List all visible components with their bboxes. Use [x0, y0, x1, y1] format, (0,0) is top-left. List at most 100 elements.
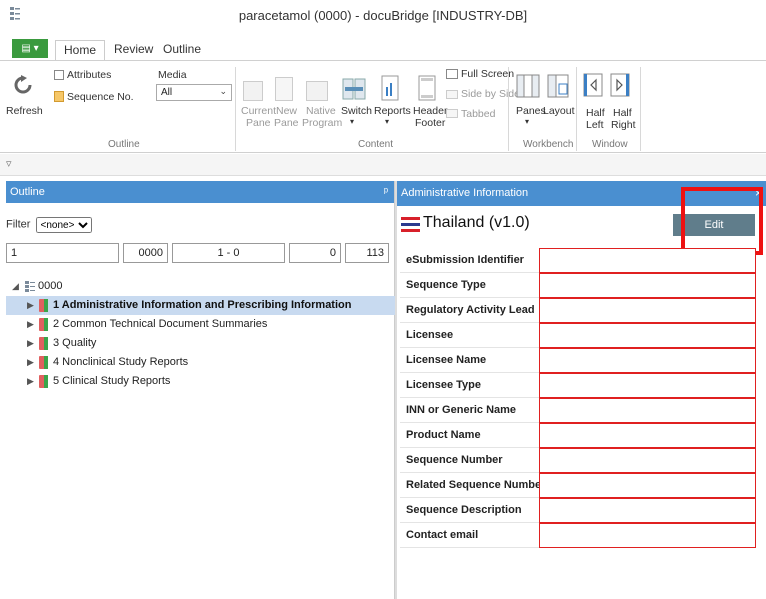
country-title: Thailand (v1.0)	[423, 214, 530, 231]
native-program-label-1[interactable]: Native	[306, 105, 336, 117]
half-left-label-1[interactable]: Half	[586, 107, 605, 119]
tabbed-button[interactable]: Tabbed	[461, 108, 495, 120]
half-right-icon[interactable]	[610, 73, 630, 97]
related-sequence-number-field[interactable]	[539, 473, 756, 498]
tree-item-module-4[interactable]: ▶ 4 Nonclinical Study Reports	[6, 353, 395, 372]
form-row: Licensee Name	[400, 348, 756, 373]
ribbon-separator	[235, 67, 236, 151]
panes-icon[interactable]	[516, 74, 540, 98]
expand-icon[interactable]: ▶	[27, 296, 34, 315]
expand-icon[interactable]: ▶	[27, 353, 34, 372]
current-pane-icon	[243, 81, 263, 101]
tab-home[interactable]: Home	[55, 40, 106, 60]
header-footer-icon[interactable]	[418, 75, 436, 101]
counter-field-4[interactable]: 0	[289, 243, 341, 263]
file-menu-button[interactable]: ▤ ▾	[12, 39, 48, 58]
new-pane-label-2: Pane	[274, 117, 299, 129]
licensee-field[interactable]	[539, 323, 756, 348]
field-label: Regulatory Activity Lead	[406, 304, 535, 316]
layout-button[interactable]: Layout	[543, 105, 575, 117]
tree-item-module-1[interactable]: ▶ 1 Administrative Information and Presc…	[6, 296, 395, 315]
outline-panel-header: Outline ᵖ	[6, 181, 394, 203]
contact-email-field[interactable]	[539, 523, 756, 548]
header-footer-label-1[interactable]: Header	[413, 105, 447, 117]
group-outline-label: Outline	[108, 139, 140, 150]
regulatory-activity-lead-field[interactable]	[539, 298, 756, 323]
tree-item-label: 1 Administrative Information and Prescri…	[53, 299, 352, 311]
half-right-label-2: Right	[611, 119, 636, 131]
current-pane-label-1[interactable]: Current	[241, 105, 276, 117]
licensee-name-field[interactable]	[539, 348, 756, 373]
tab-outline[interactable]: Outline	[155, 40, 209, 60]
field-label: eSubmission Identifier	[406, 254, 524, 266]
half-left-label-2: Left	[586, 119, 604, 131]
pin-icon[interactable]: ᵖ	[384, 181, 388, 203]
chevron-down-icon: ▾	[525, 117, 530, 126]
outline-panel-title: Outline	[10, 186, 45, 198]
media-select[interactable]: All ⌄	[156, 84, 232, 101]
refresh-icon[interactable]	[14, 75, 32, 97]
folder-icon	[39, 356, 48, 369]
reports-button[interactable]: Reports	[374, 105, 411, 117]
half-right-label-1[interactable]: Half	[613, 107, 632, 119]
new-pane-icon	[275, 77, 293, 101]
panes-button[interactable]: Panes	[516, 105, 546, 117]
form-row: Contact email	[400, 523, 756, 548]
switch-button[interactable]: Switch	[341, 105, 372, 117]
inn-generic-name-field[interactable]	[539, 398, 756, 423]
full-screen-icon	[446, 69, 458, 79]
refresh-button[interactable]: Refresh	[6, 105, 43, 117]
full-screen-button[interactable]: Full Screen	[461, 68, 514, 80]
customize-toolbar-icon[interactable]: ▿	[6, 157, 12, 170]
tab-review[interactable]: Review	[106, 40, 161, 60]
field-label: Sequence Type	[406, 279, 486, 291]
administrative-information-panel: Administrative Information × Thailand (v…	[397, 181, 766, 599]
tree-item-module-3[interactable]: ▶ 3 Quality	[6, 334, 395, 353]
tree-item-module-2[interactable]: ▶ 2 Common Technical Document Summaries	[6, 315, 395, 334]
form-row: Sequence Number	[400, 448, 756, 473]
licensee-type-field[interactable]	[539, 373, 756, 398]
side-by-side-button[interactable]: Side by Side	[461, 88, 520, 100]
admin-panel-title: Administrative Information	[401, 187, 529, 199]
tree-root[interactable]: ◢ 0000	[6, 277, 395, 296]
form-row: INN or Generic Name	[400, 398, 756, 423]
half-left-icon[interactable]	[583, 73, 603, 97]
sequence-type-field[interactable]	[539, 273, 756, 298]
filter-label: Filter	[6, 218, 31, 231]
tree-item-label: 4 Nonclinical Study Reports	[53, 356, 189, 368]
counter-field-3[interactable]: 1 - 0	[172, 243, 285, 263]
ribbon-tabs: ▤ ▾ Home Review Outline	[0, 38, 766, 60]
switch-icon[interactable]	[342, 78, 366, 100]
attributes-checkbox[interactable]	[54, 70, 64, 80]
field-label: Related Sequence Number	[406, 479, 546, 491]
sequence-description-field[interactable]	[539, 498, 756, 523]
chevron-down-icon: ▾	[350, 117, 355, 126]
expand-icon[interactable]: ◢	[12, 277, 19, 296]
ribbon-separator	[640, 67, 641, 151]
new-pane-label-1[interactable]: New	[276, 105, 297, 117]
filter-select[interactable]: <none>	[35, 217, 92, 233]
expand-icon[interactable]: ▶	[27, 315, 34, 334]
counter-field-1[interactable]: 1	[6, 243, 119, 263]
reports-icon[interactable]	[381, 75, 399, 101]
ribbon-separator	[508, 67, 509, 151]
form-row: Licensee Type	[400, 373, 756, 398]
expand-icon[interactable]: ▶	[27, 372, 34, 391]
tree-item-label: 5 Clinical Study Reports	[53, 375, 171, 387]
sequence-number-field[interactable]	[539, 448, 756, 473]
tree-item-label: 2 Common Technical Document Summaries	[53, 318, 268, 330]
attributes-label[interactable]: Attributes	[67, 69, 111, 81]
form-row: Product Name	[400, 423, 756, 448]
tree-item-module-5[interactable]: ▶ 5 Clinical Study Reports	[6, 372, 395, 391]
expand-icon[interactable]: ▶	[27, 334, 34, 353]
tabbed-icon	[446, 109, 458, 118]
folder-icon	[39, 375, 48, 388]
esubmission-identifier-field[interactable]	[539, 248, 756, 273]
sequence-no-label[interactable]: Sequence No.	[67, 91, 134, 103]
product-name-field[interactable]	[539, 423, 756, 448]
side-by-side-icon	[446, 90, 458, 99]
counter-field-2[interactable]: 0000	[123, 243, 168, 263]
counter-field-5[interactable]: 113	[345, 243, 389, 263]
layout-icon[interactable]	[547, 74, 569, 98]
chevron-down-icon: ⌄	[219, 86, 227, 96]
